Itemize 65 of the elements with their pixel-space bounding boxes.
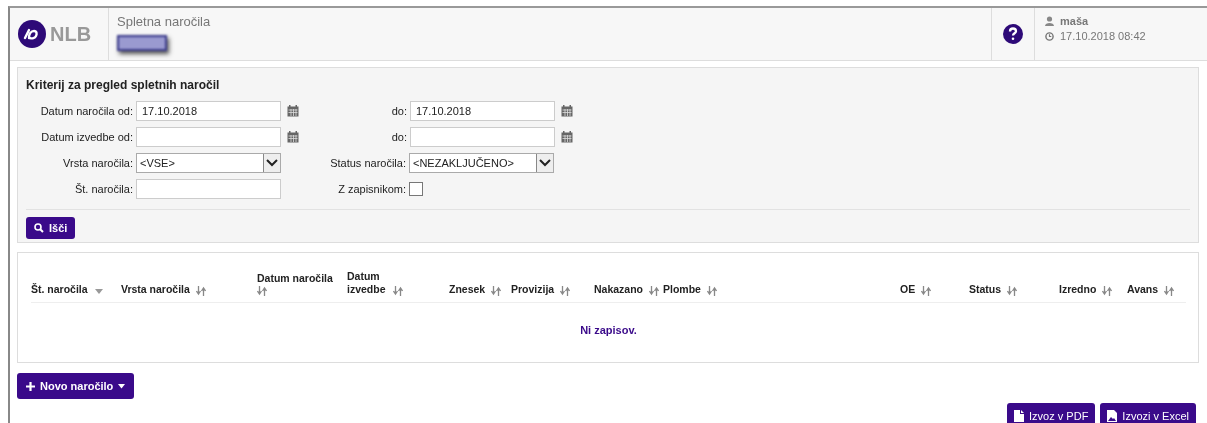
clock-icon [1045, 31, 1054, 41]
sort-icon[interactable] [921, 286, 932, 296]
field-label: do: [390, 131, 408, 143]
sort-icon[interactable] [393, 286, 403, 296]
input-field[interactable] [136, 179, 281, 199]
field-label: Status naročila: [329, 157, 407, 169]
column-header[interactable]: Znesek [449, 283, 486, 296]
date-field[interactable] [136, 127, 281, 147]
column-header[interactable]: Izredno [1059, 283, 1097, 296]
new-order-button[interactable]: Novo naročilo [17, 373, 135, 399]
sort-down-icon[interactable] [93, 286, 104, 296]
dropdown[interactable]: <NEZAKLJUČENO> [409, 153, 554, 173]
logo-icon [18, 20, 46, 48]
chevron-down-icon [539, 159, 551, 167]
dropdown[interactable]: <VSE> [136, 153, 281, 173]
column-header[interactable]: Provizija [511, 283, 555, 296]
field-label: do: [390, 105, 408, 117]
field-label: Št. naročila: [73, 183, 134, 195]
calendar-icon[interactable] [561, 105, 573, 117]
empty-message: Ni zapisov. [579, 323, 638, 336]
search-button[interactable]: Išči [26, 217, 76, 239]
calendar-icon[interactable] [287, 105, 299, 117]
user-name: maša [1060, 15, 1089, 27]
column-header[interactable]: Plombe [663, 283, 701, 296]
column-header[interactable]: Status [969, 283, 1002, 296]
sort-icon[interactable] [1164, 286, 1175, 296]
field-label: Datum izvedbe od: [40, 131, 134, 143]
sort-icon[interactable] [195, 286, 206, 296]
export-button[interactable]: Izvoz v PDF [1007, 403, 1096, 423]
column-header[interactable]: Datum naročila [257, 272, 333, 285]
plus-icon [26, 381, 35, 391]
date-field[interactable] [410, 127, 555, 147]
search-icon [34, 223, 44, 233]
column-header[interactable]: Datum izvedbe [347, 270, 387, 296]
logo-text: NLB [50, 22, 92, 46]
chevron-down-icon [266, 159, 278, 167]
date-time: 17.10.2018 08:42 [1060, 30, 1146, 42]
checkbox[interactable] [409, 182, 423, 196]
sort-icon[interactable] [560, 286, 571, 296]
column-header[interactable]: OE [900, 283, 916, 296]
image-file-icon [1107, 410, 1118, 422]
field-label: Z zapisnikom: [337, 183, 407, 195]
app-title: Spletna naročila [117, 14, 211, 29]
caret-icon [118, 383, 126, 389]
panel-title: Kriterij za pregled spletnih naročil [26, 78, 221, 92]
user-icon [1045, 16, 1054, 26]
sort-icon[interactable] [1007, 286, 1018, 296]
sort-icon[interactable] [491, 286, 502, 296]
field-label: Vrsta naročila: [62, 157, 134, 169]
date-field[interactable]: 17.10.2018 [136, 101, 281, 121]
field-label: Datum naročila od: [39, 105, 134, 117]
sort-icon[interactable] [1102, 286, 1113, 296]
sort-icon[interactable] [706, 286, 717, 296]
column-header[interactable]: Nakazano [594, 283, 644, 296]
help-icon[interactable] [1003, 24, 1023, 44]
file-icon [1014, 410, 1025, 422]
export-button[interactable]: Izvozi v Excel [1100, 403, 1196, 423]
sort-icon[interactable] [257, 286, 267, 296]
date-field[interactable]: 17.10.2018 [410, 101, 555, 121]
column-header[interactable]: Avans [1127, 283, 1159, 296]
calendar-icon[interactable] [561, 131, 573, 143]
sort-icon[interactable] [649, 286, 660, 296]
calendar-icon[interactable] [287, 131, 299, 143]
column-header[interactable]: Št. naročila [31, 283, 88, 296]
column-header[interactable]: Vrsta naročila [121, 283, 190, 296]
